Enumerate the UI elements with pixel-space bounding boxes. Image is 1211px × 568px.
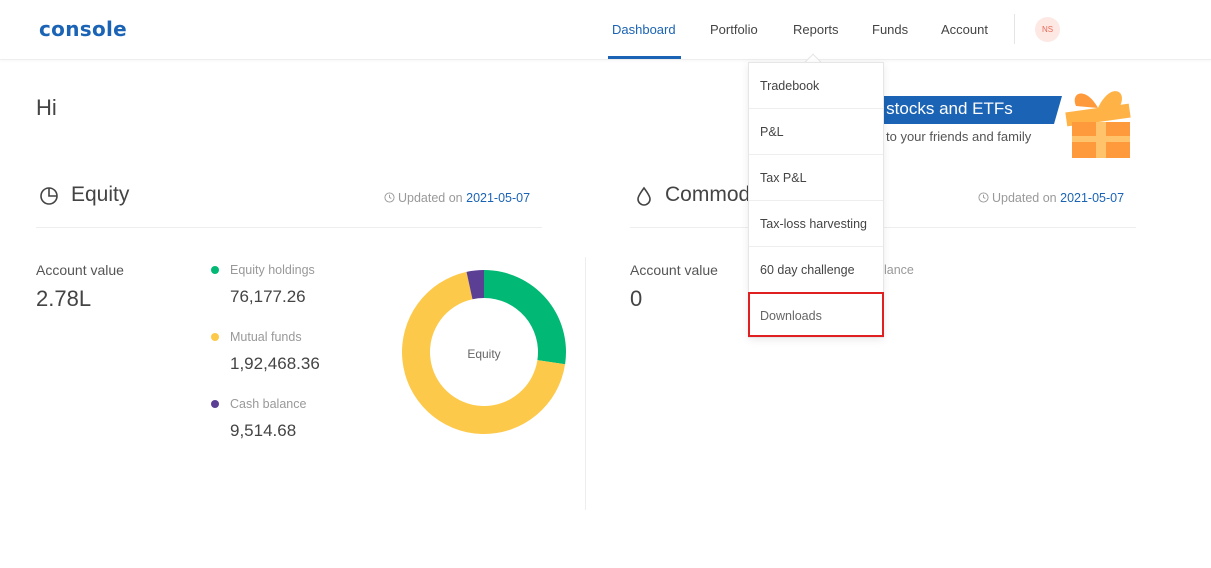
legend-label: Cash balance	[230, 397, 307, 411]
nav-divider	[1014, 14, 1015, 44]
equity-title: Equity	[71, 183, 130, 206]
pie-chart-icon	[40, 187, 58, 205]
top-header: console Dashboard Portfolio Reports Fund…	[0, 0, 1211, 60]
legend-dot	[211, 266, 219, 274]
legend-cash-balance: Cash balance 9,514.68	[211, 397, 306, 441]
active-nav-indicator	[608, 56, 681, 59]
promo-banner-subtitle: to your friends and family	[886, 129, 1032, 144]
equity-updated: Updated on 2021-05-07	[384, 191, 530, 205]
menu-item-60-day-challenge[interactable]: 60 day challenge	[749, 247, 883, 293]
updated-prefix: Updated on	[398, 191, 463, 205]
legend-value: 1,92,468.36	[230, 354, 320, 373]
commodity-updated: Updated on 2021-05-07	[978, 191, 1124, 205]
nav-account[interactable]: Account	[941, 22, 988, 37]
nav-funds[interactable]: Funds	[872, 22, 908, 37]
clock-icon	[978, 192, 989, 203]
updated-date: 2021-05-07	[1060, 191, 1125, 205]
commodity-balance-label: lance	[884, 263, 914, 277]
equity-donut-chart[interactable]: Equity	[400, 268, 568, 436]
legend-value: 9,514.68	[230, 421, 297, 440]
updated-date: 2021-05-07	[466, 191, 531, 205]
drop-icon	[637, 186, 651, 206]
legend-equity-holdings: Equity holdings 76,177.26	[211, 263, 315, 307]
equity-divider	[36, 227, 542, 228]
console-logo[interactable]: console	[39, 17, 127, 41]
user-avatar[interactable]: NS	[1035, 17, 1060, 42]
equity-account-value-label: Account value	[36, 262, 124, 278]
commodity-account-value-label: Account value	[630, 262, 718, 278]
legend-dot	[211, 400, 219, 408]
legend-label: Mutual funds	[230, 330, 302, 344]
menu-item-tax-pnl[interactable]: Tax P&L	[749, 155, 883, 201]
downloads-highlight-box	[748, 292, 884, 337]
gift-icon	[1065, 91, 1131, 158]
legend-value: 76,177.26	[230, 287, 306, 306]
legend-label: Equity holdings	[230, 263, 315, 277]
nav-reports[interactable]: Reports	[793, 22, 839, 37]
greeting-text: Hi	[36, 95, 57, 120]
menu-item-tax-loss-harvesting[interactable]: Tax-loss harvesting	[749, 201, 883, 247]
legend-mutual-funds: Mutual funds 1,92,468.36	[211, 330, 320, 374]
commodity-title: Commod	[665, 183, 751, 206]
promo-banner-title[interactable]: ft stocks and ETFs	[872, 99, 1013, 119]
legend-dot	[211, 333, 219, 341]
section-vertical-divider	[585, 257, 586, 510]
clock-icon	[384, 192, 395, 203]
menu-item-pnl[interactable]: P&L	[749, 109, 883, 155]
menu-item-tradebook[interactable]: Tradebook	[749, 63, 883, 109]
updated-prefix: Updated on	[992, 191, 1057, 205]
nav-portfolio[interactable]: Portfolio	[710, 22, 758, 37]
commodity-account-value: 0	[630, 286, 643, 311]
equity-account-value: 2.78L	[36, 286, 92, 311]
donut-center-label: Equity	[467, 347, 500, 361]
nav-dashboard[interactable]: Dashboard	[612, 22, 676, 37]
